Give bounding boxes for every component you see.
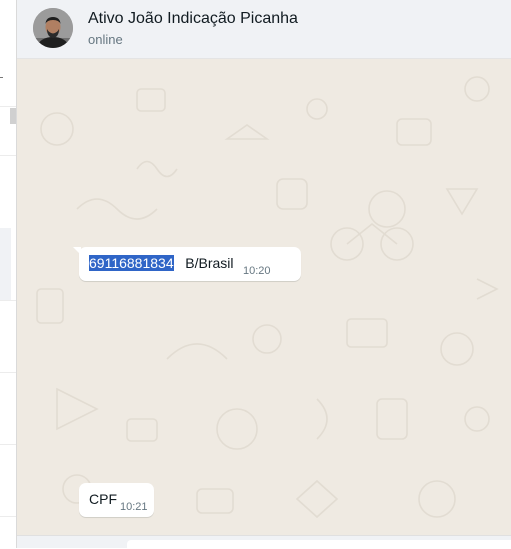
incoming-message[interactable]: CPF 10:21 xyxy=(79,483,154,517)
sidebar-divider-mark xyxy=(0,77,3,78)
contact-status: online xyxy=(88,32,123,47)
message-tail xyxy=(73,247,81,255)
message-timestamp: 10:20 xyxy=(243,265,271,277)
contact-avatar[interactable] xyxy=(33,8,73,48)
message-timestamp: 10:21 xyxy=(120,501,148,513)
sidebar-divider xyxy=(0,106,16,107)
contact-name[interactable]: Ativo João Indicação Picanha xyxy=(88,10,298,28)
sidebar-scrollbar[interactable] xyxy=(10,108,16,124)
message-body: B/Brasil xyxy=(173,255,234,271)
sidebar-divider xyxy=(0,516,16,517)
avatar-photo-icon xyxy=(33,8,73,48)
message-area[interactable]: 69116881834 B/Brasil 10:20 CPF 10:21 xyxy=(17,59,511,535)
sidebar-divider xyxy=(0,155,16,156)
message-composer xyxy=(17,535,511,549)
sidebar-divider xyxy=(0,300,16,301)
message-text: 69116881834 B/Brasil xyxy=(89,255,234,271)
chat-wallpaper-pattern xyxy=(36,76,499,519)
selected-text[interactable]: 69116881834 xyxy=(89,255,174,271)
message-body: CPF xyxy=(89,491,117,507)
sidebar-active-chat[interactable] xyxy=(0,228,11,300)
sidebar-divider xyxy=(0,444,16,445)
chat-header[interactable]: Ativo João Indicação Picanha online xyxy=(17,0,511,59)
incoming-message[interactable]: 69116881834 B/Brasil 10:20 xyxy=(73,247,301,281)
sidebar-divider xyxy=(0,372,16,373)
chat-list-sidebar[interactable] xyxy=(0,0,17,548)
